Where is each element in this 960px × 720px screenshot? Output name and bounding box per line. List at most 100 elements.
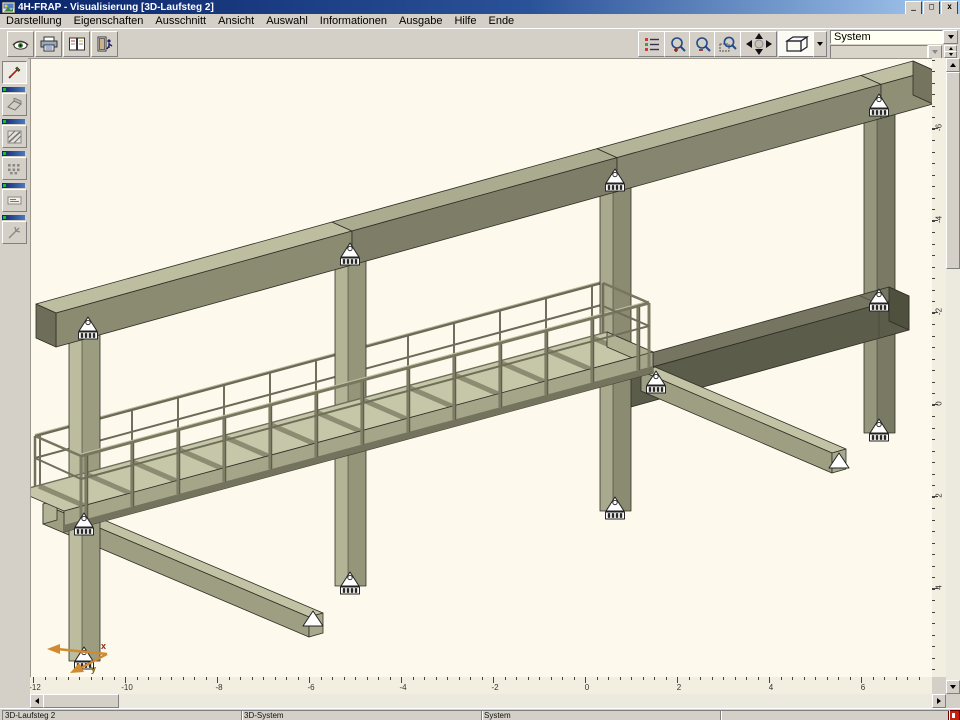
- ruler-tick: [160, 677, 161, 680]
- ruler-tick: [240, 677, 241, 680]
- horizontal-scroll-thumb[interactable]: [43, 694, 119, 708]
- ruler-label: 2: [669, 683, 689, 692]
- chevron-down-icon: [950, 685, 956, 689]
- ruler-tick: [68, 677, 69, 680]
- scroll-left-button[interactable]: [30, 694, 44, 708]
- ruler-tick: [932, 324, 935, 325]
- palette-group-cap[interactable]: [2, 87, 25, 92]
- maximize-button[interactable]: □: [923, 1, 940, 15]
- ruler-tick: [689, 677, 690, 680]
- palette-draw-mode-button[interactable]: [2, 61, 27, 84]
- palette-group-cap[interactable]: [2, 119, 25, 124]
- minimize-button[interactable]: _: [905, 1, 922, 15]
- palette-numbering-button[interactable]: [2, 189, 27, 212]
- vertical-scroll-thumb[interactable]: [946, 72, 960, 269]
- ruler-tick: [932, 71, 935, 72]
- scroll-right-button[interactable]: [932, 694, 946, 708]
- exit-button[interactable]: [91, 31, 118, 57]
- palette-mesh-view-button[interactable]: [2, 157, 27, 180]
- ruler-tick: [827, 677, 828, 680]
- probe-fork-icon: [7, 226, 22, 240]
- view-selector-value[interactable]: System: [830, 30, 943, 44]
- ruler-tick: [932, 290, 935, 291]
- ruler-tick: [781, 677, 782, 680]
- ruler-tick: [666, 677, 667, 680]
- palette-solid-render-button[interactable]: [2, 93, 27, 116]
- vertical-scrollbar[interactable]: [946, 58, 960, 694]
- menu-item-ende[interactable]: Ende: [482, 14, 520, 28]
- zoom-in-icon: [669, 36, 687, 53]
- close-button[interactable]: x: [941, 1, 958, 15]
- zoom-window-button[interactable]: [714, 31, 741, 57]
- ruler-tick: [932, 485, 935, 486]
- zoom-window-icon: [719, 36, 737, 53]
- ruler-label: -10: [117, 683, 137, 692]
- display-options-button[interactable]: [638, 31, 665, 57]
- ruler-tick: [723, 677, 724, 680]
- menu-item-eigenschaften[interactable]: Eigenschaften: [68, 14, 150, 28]
- ruler-label: -6: [301, 683, 321, 692]
- menu-item-hilfe[interactable]: Hilfe: [448, 14, 482, 28]
- printer-icon: [40, 36, 58, 52]
- ruler-tick: [148, 677, 149, 680]
- ruler-tick: [654, 677, 655, 680]
- menu-item-informationen[interactable]: Informationen: [314, 14, 393, 28]
- ruler-tick: [932, 393, 935, 394]
- palette-group-cap[interactable]: [2, 215, 25, 220]
- ruler-tick: [700, 677, 701, 680]
- visualize-eye-button[interactable]: [7, 31, 34, 57]
- ruler-tick: [286, 677, 287, 680]
- ruler-tick: [896, 677, 897, 680]
- report-button[interactable]: [63, 31, 90, 57]
- spinner[interactable]: [944, 45, 957, 58]
- ruler-tick: [482, 677, 483, 680]
- view-selector-combo[interactable]: System: [830, 30, 958, 44]
- pan-pad[interactable]: [740, 31, 777, 57]
- spinner-down-button[interactable]: [944, 51, 957, 58]
- ruler-tick: [758, 677, 759, 680]
- toolbar: System: [0, 28, 960, 59]
- projection-dropdown-button[interactable]: [813, 31, 827, 57]
- palette-group-cap[interactable]: [2, 183, 25, 188]
- secondary-selector-combo[interactable]: [830, 45, 942, 59]
- palette-group-cap[interactable]: [2, 151, 25, 156]
- secondary-selector-drop-button[interactable]: [928, 45, 942, 59]
- secondary-selector-value: [830, 45, 928, 59]
- scroll-up-button[interactable]: [946, 58, 960, 72]
- ruler-tick: [459, 677, 460, 680]
- ruler-label: -12: [30, 683, 45, 692]
- scroll-down-button[interactable]: [946, 680, 960, 694]
- print-button[interactable]: [35, 31, 62, 57]
- exit-door-icon: [96, 36, 114, 52]
- ruler-tick: [932, 255, 935, 256]
- ruler-tick: [932, 198, 935, 199]
- ruler-tick: [56, 677, 57, 680]
- menu-item-ausschnitt[interactable]: Ausschnitt: [149, 14, 212, 28]
- ruler-tick: [114, 677, 115, 680]
- ruler-tick: [712, 677, 713, 680]
- menu-item-ansicht[interactable]: Ansicht: [212, 14, 260, 28]
- ruler-label: 4: [761, 683, 781, 692]
- projection-cube-button[interactable]: [778, 31, 814, 57]
- chevron-down-icon: [948, 35, 954, 39]
- ruler-tick: [102, 677, 103, 680]
- ruler-tick: [932, 600, 935, 601]
- zoom-in-button[interactable]: [664, 31, 691, 57]
- drawing-canvas[interactable]: x y: [30, 58, 932, 677]
- menu-item-auswahl[interactable]: Auswahl: [260, 14, 314, 28]
- ruler-tick: [298, 677, 299, 680]
- palette-measure-probe-button[interactable]: [2, 221, 27, 244]
- ruler-tick: [838, 677, 839, 680]
- ruler-tick: [275, 677, 276, 680]
- zoom-out-button[interactable]: [689, 31, 716, 57]
- ruler-tick: [252, 677, 253, 680]
- menu-item-darstellung[interactable]: Darstellung: [0, 14, 68, 28]
- ruler-tick: [932, 209, 935, 210]
- menu-item-ausgabe[interactable]: Ausgabe: [393, 14, 448, 28]
- palette-hatch-fill-button[interactable]: [2, 125, 27, 148]
- ruler-tick: [932, 474, 935, 475]
- view-selector-drop-button[interactable]: [943, 30, 958, 44]
- title-bar[interactable]: 4H-FRAP - Visualisierung [3D-Laufsteg 2]…: [0, 0, 960, 14]
- ruler-tick: [79, 677, 80, 680]
- horizontal-scrollbar[interactable]: [30, 694, 945, 708]
